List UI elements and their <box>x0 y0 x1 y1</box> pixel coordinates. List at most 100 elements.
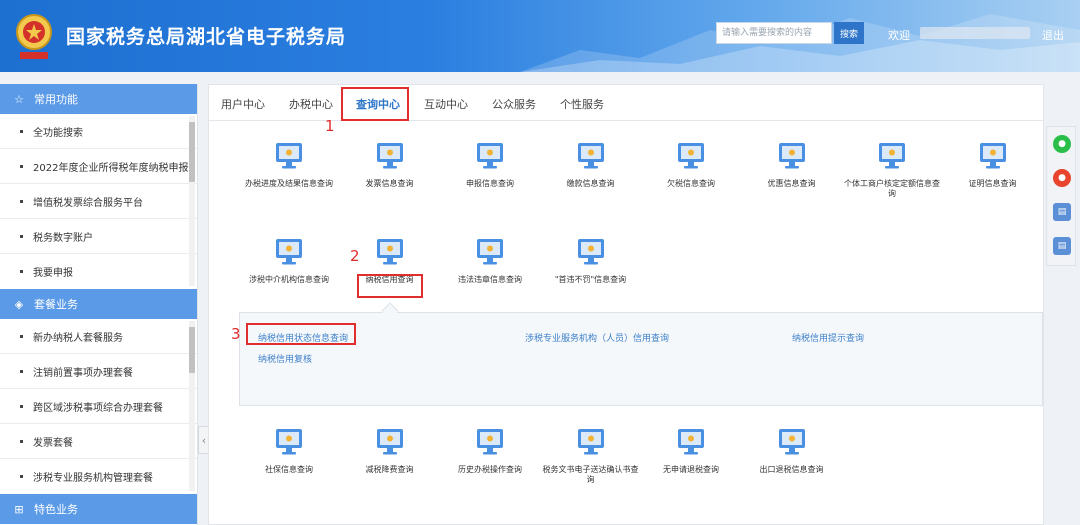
query-tile-label: 减税降费查询 <box>365 465 414 474</box>
query-tile[interactable]: 违法违章信息查询 <box>440 237 540 285</box>
query-tile-label: 税务文书电子送达确认书查询 <box>542 465 639 484</box>
query-tile-label: 发票信息查询 <box>365 179 414 188</box>
tab-tax-center[interactable]: 办税中心 <box>289 96 333 112</box>
monitor-icon <box>276 143 302 169</box>
sidebar-item[interactable]: 跨区域涉税事项综合办理套餐 <box>0 389 197 424</box>
sidebar-item-label: 新办纳税人套餐服务 <box>33 332 123 344</box>
section-title: 常用功能 <box>34 93 78 106</box>
sidebar-list-common: 全功能搜索 2022年度企业所得税年度纳税申报 增值税发票综合服务平台 税务数字… <box>0 114 197 289</box>
query-tile[interactable]: 历史办税操作查询 <box>440 427 540 475</box>
sidebar-item-label: 我要申报 <box>33 268 73 279</box>
client-icon[interactable]: ▤ <box>1053 237 1071 255</box>
query-tile-label: 欠税信息查询 <box>667 179 715 188</box>
monitor-icon <box>376 143 403 169</box>
sidebar-scrollbar[interactable] <box>189 321 195 491</box>
query-tile[interactable]: 出口退税信息查询 <box>742 427 842 475</box>
query-tile[interactable]: 缴款信息查询 <box>541 141 641 189</box>
query-tile-label: "首违不罚"信息查询 <box>554 275 627 284</box>
search-input[interactable] <box>716 22 832 44</box>
credit-reminder-query-link[interactable]: 纳税信用提示查询 <box>792 331 864 344</box>
query-tile[interactable]: 税务文书电子送达确认书查询 <box>541 427 641 485</box>
sidebar-item[interactable]: 我要申报 <box>0 254 197 289</box>
query-tile[interactable]: 申报信息查询 <box>440 141 540 189</box>
query-tile-label: 社保信息查询 <box>265 465 313 474</box>
monitor-icon <box>778 429 805 455</box>
query-tile[interactable]: 办税进度及结果信息查询 <box>239 141 339 189</box>
sidebar-item[interactable]: 全功能搜索 <box>0 114 197 149</box>
query-tile-label: 证明信息查询 <box>968 179 1017 188</box>
agency-credit-query-link[interactable]: 涉税专业服务机构（人员）信用查询 <box>525 331 669 344</box>
monitor-icon <box>276 239 302 265</box>
section-title: 特色业务 <box>34 503 78 516</box>
search-button[interactable]: 搜索 <box>834 22 864 44</box>
sidebar-item[interactable]: 2022年度企业所得税年度纳税申报 <box>0 149 197 184</box>
wechat-icon[interactable]: ● <box>1053 135 1071 153</box>
monitor-icon <box>879 143 905 169</box>
scrollbar-thumb[interactable] <box>189 122 195 182</box>
tab-personal-service[interactable]: 个性服务 <box>560 96 604 112</box>
bullet-icon <box>20 334 23 338</box>
bullet-icon <box>20 369 23 373</box>
welcome-text: 欢迎 <box>888 29 910 42</box>
sidebar-item[interactable]: 增值税发票综合服务平台 <box>0 184 197 219</box>
monitor-icon <box>678 143 704 169</box>
tax-bureau-portal: 国家税务总局湖北省电子税务局 搜索 欢迎 退出 ☆ 常用功能 全功能搜索 202… <box>0 0 1080 525</box>
highlight-box-1 <box>341 87 409 121</box>
user-name-redacted <box>920 27 1030 39</box>
sidebar-item[interactable]: 税务数字账户 <box>0 219 197 254</box>
site-title: 国家税务总局湖北省电子税务局 <box>66 26 347 48</box>
query-tile[interactable]: "首违不罚"信息查询 <box>541 237 641 285</box>
grid-icon: ⊞ <box>14 502 24 516</box>
tab-user-center[interactable]: 用户中心 <box>221 96 265 112</box>
query-tile[interactable]: 发票信息查询 <box>340 141 440 189</box>
sidebar-section-common[interactable]: ☆ 常用功能 <box>0 84 197 114</box>
query-tile-label: 涉税中介机构信息查询 <box>249 275 329 284</box>
annotation-number-2: 2 <box>350 247 360 265</box>
tab-bar: 用户中心 办税中心 查询中心 互动中心 公众服务 个性服务 <box>209 85 1043 121</box>
sidebar-item-label: 跨区域涉税事项综合办理套餐 <box>33 402 163 414</box>
bullet-icon <box>20 129 23 133</box>
monitor-icon <box>577 429 604 455</box>
query-tile[interactable]: 涉税中介机构信息查询 <box>239 237 339 285</box>
tab-public-service[interactable]: 公众服务 <box>492 96 536 112</box>
sidebar: ☆ 常用功能 全功能搜索 2022年度企业所得税年度纳税申报 增值税发票综合服务… <box>0 84 198 525</box>
section-title: 套餐业务 <box>34 298 78 311</box>
query-tile[interactable]: 社保信息查询 <box>239 427 339 475</box>
query-tile[interactable]: 个体工商户核定定额信息查询 <box>842 141 942 199</box>
monitor-icon <box>376 239 403 265</box>
sidebar-section-special[interactable]: ⊞ 特色业务 <box>0 494 197 524</box>
credit-review-link[interactable]: 纳税信用复核 <box>258 352 312 365</box>
logout-link[interactable]: 退出 <box>1042 27 1064 43</box>
monitor-icon <box>376 429 403 455</box>
sidebar-item-label: 2022年度企业所得税年度纳税申报 <box>33 162 189 174</box>
main-panel: 用户中心 办税中心 查询中心 互动中心 公众服务 个性服务 1 办税进度及结果信… <box>208 84 1044 525</box>
monitor-icon <box>477 429 503 455</box>
query-tile[interactable]: 欠税信息查询 <box>641 141 741 189</box>
sidebar-item[interactable]: 新办纳税人套餐服务 <box>0 319 197 354</box>
app-icon[interactable]: ▤ <box>1053 203 1071 221</box>
sidebar-scrollbar[interactable] <box>189 116 195 286</box>
query-tile[interactable]: 优惠信息查询 <box>742 141 842 189</box>
sidebar-item[interactable]: 发票套餐 <box>0 424 197 459</box>
tab-interaction-center[interactable]: 互动中心 <box>424 96 468 112</box>
sidebar-item[interactable]: 注销前置事项办理套餐 <box>0 354 197 389</box>
bullet-icon <box>20 234 23 238</box>
sidebar-item-label: 税务数字账户 <box>33 232 93 244</box>
sidebar-section-package[interactable]: ◈ 套餐业务 <box>0 289 197 319</box>
weibo-icon[interactable]: ● <box>1053 169 1071 187</box>
bullet-icon <box>20 270 23 273</box>
query-tile-label: 无申请退税查询 <box>663 465 719 474</box>
sidebar-item[interactable]: 涉税专业服务机构管理套餐 <box>0 459 197 494</box>
query-tile[interactable]: 证明信息查询 <box>943 141 1043 189</box>
query-tile-label: 缴款信息查询 <box>566 179 615 188</box>
highlight-box-3 <box>246 323 356 345</box>
query-tile[interactable]: 减税降费查询 <box>340 427 440 475</box>
sidebar-item-label: 增值税发票综合服务平台 <box>33 197 143 209</box>
bullet-icon <box>20 404 23 408</box>
query-tile-label: 出口退税信息查询 <box>759 465 824 474</box>
query-tile-label: 违法违章信息查询 <box>458 275 522 284</box>
scrollbar-thumb[interactable] <box>189 327 195 373</box>
credit-query-subpanel <box>239 312 1043 406</box>
floating-toolbar: ● ● ▤ ▤ <box>1046 126 1076 266</box>
query-tile[interactable]: 无申请退税查询 <box>641 427 741 475</box>
